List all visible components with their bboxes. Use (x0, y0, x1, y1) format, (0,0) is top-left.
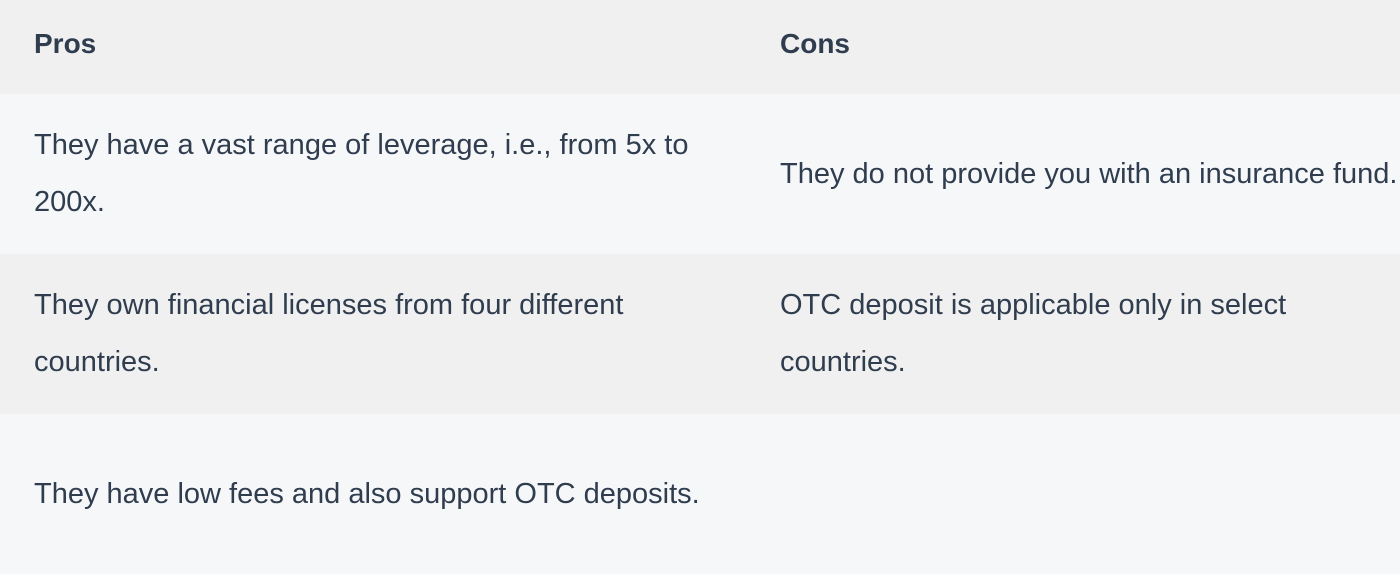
pros-cell: They have low fees and also support OTC … (0, 414, 746, 574)
pros-cell: They have a vast range of leverage, i.e.… (0, 94, 746, 254)
cons-cell: They do not provide you with an insuranc… (746, 94, 1400, 254)
table-row: They own financial licenses from four di… (0, 254, 1400, 414)
pros-cell: They own financial licenses from four di… (0, 254, 746, 414)
cons-column-header: Cons (746, 0, 1400, 94)
table-header: Pros Cons (0, 0, 1400, 94)
pros-column-header: Pros (0, 0, 746, 94)
pros-cons-table: Pros Cons They have a vast range of leve… (0, 0, 1400, 574)
table-row: They have low fees and also support OTC … (0, 414, 1400, 574)
table-body: They have a vast range of leverage, i.e.… (0, 94, 1400, 574)
table-row: They have a vast range of leverage, i.e.… (0, 94, 1400, 254)
header-row: Pros Cons (0, 0, 1400, 94)
cons-cell: OTC deposit is applicable only in select… (746, 254, 1400, 414)
cons-cell (746, 414, 1400, 574)
